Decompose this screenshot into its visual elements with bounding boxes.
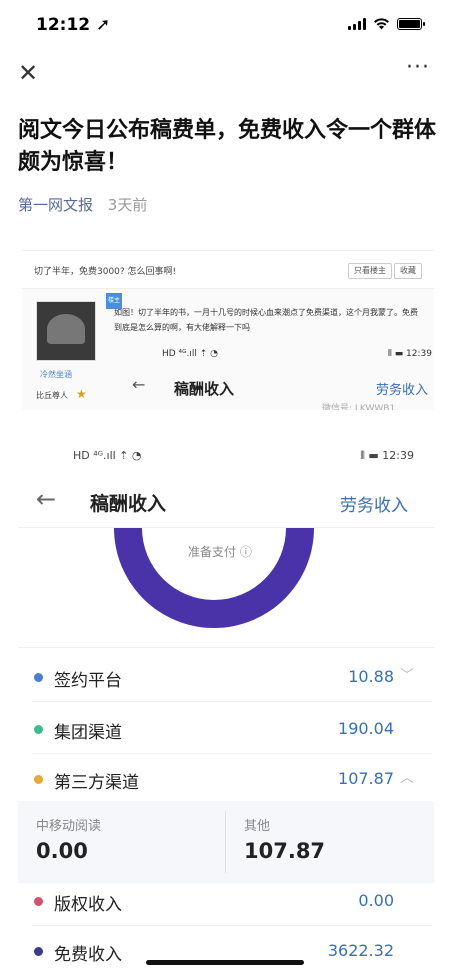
sub-label: 其他 — [244, 819, 271, 834]
wifi-icon — [374, 18, 389, 30]
favorite-button: 收藏 — [394, 263, 422, 279]
user-rank-label: 比丘尊人 — [36, 391, 68, 400]
row-label: 签约平台 — [54, 671, 122, 691]
legend-dot — [34, 897, 43, 906]
income-row-third-party[interactable]: 第三方渠道 107.87 ︿ — [18, 753, 434, 803]
mini-status-bar: HD ⁴ᴳ.ıll ⇡ ◔ ⫴ ▬ 12:39 — [162, 349, 432, 359]
sub-value: 107.87 — [244, 839, 326, 863]
sub-cell-other: 其他 107.87 — [226, 801, 431, 883]
article-nav: ✕ ··· — [0, 55, 450, 93]
income-status-bar: HD ⁴ᴳ.ıll ⇡ ◔ ⫴ ▬ 12:39 — [18, 447, 434, 469]
more-options-icon[interactable]: ··· — [406, 55, 430, 80]
article-title: 阅文今日公布稿费单，免费收入令一个群体颇为惊喜！ — [18, 118, 437, 175]
forum-post-body: 如图！切了半年的书，一月十几号的时候心血来潮点了免费渠道，这个月我蒙了。免费到底… — [114, 308, 418, 332]
income-row-group-channel[interactable]: 集团渠道 190.04 — [18, 703, 434, 753]
close-icon[interactable]: ✕ — [18, 61, 38, 85]
status-time: 12:12 ➚ — [36, 15, 111, 35]
income-row-signed-platform[interactable]: 签约平台 10.88 ﹀ — [18, 651, 434, 701]
status-bar: 12:12 ➚ — [0, 0, 450, 50]
forum-post-title: 切了半年，免费3000? 怎么回事啊! — [34, 267, 177, 277]
mini-status-left: HD ⁴ᴳ.ıll ⇡ ◔ — [162, 349, 219, 359]
only-op-button: 只看楼主 — [348, 263, 392, 279]
row-label: 第三方渠道 — [54, 773, 139, 793]
row-value: 10.88 — [348, 667, 394, 686]
chevron-up-icon: ︿ — [400, 770, 414, 786]
status-icons — [348, 17, 425, 30]
back-arrow-icon: ← — [132, 375, 146, 394]
mini-nav: ← 稿酬收入 劳务收入 — [122, 373, 434, 403]
row-value: 107.87 — [338, 769, 394, 788]
row-separator — [32, 701, 432, 702]
article-source[interactable]: 第一网文报 — [18, 196, 93, 214]
sub-cell-china-mobile: 中移动阅读 0.00 — [18, 801, 223, 883]
legend-dot — [34, 673, 43, 682]
income-title: 稿酬收入 — [90, 493, 167, 515]
divider — [18, 647, 434, 648]
cellular-signal-icon — [348, 17, 366, 30]
back-arrow-icon[interactable]: ← — [36, 487, 56, 511]
income-row-free[interactable]: 免费收入 3622.32 — [18, 925, 434, 975]
income-status-right: ⫴ ▬ 12:39 — [360, 449, 414, 462]
chevron-down-icon: ﹀ — [400, 668, 414, 684]
row-value: 0.00 — [358, 891, 394, 910]
income-nav: ← 稿酬收入 劳务收入 — [18, 485, 434, 525]
sub-label: 中移动阅读 — [36, 819, 102, 834]
watermark: 微信号: LKWWB1 — [322, 404, 396, 410]
user-name: 冷然坐涵 — [40, 370, 72, 379]
row-label: 版权收入 — [54, 895, 122, 915]
legend-dot — [34, 775, 43, 784]
sub-value: 0.00 — [36, 839, 88, 863]
income-screenshot: HD ⁴ᴳ.ıll ⇡ ◔ ⫴ ▬ 12:39 ← 稿酬收入 劳务收入 准备支付… — [18, 435, 434, 975]
legend-dot — [34, 725, 43, 734]
row-value: 190.04 — [338, 719, 394, 738]
battery-icon — [397, 17, 425, 30]
article-age: 3天前 — [107, 196, 148, 214]
income-status-left: HD ⁴ᴳ.ıll ⇡ ◔ — [73, 449, 142, 462]
star-icon: ★ — [76, 387, 87, 401]
legend-dot — [34, 947, 43, 956]
income-row-copyright[interactable]: 版权收入 0.00 — [18, 875, 434, 925]
row-label: 免费收入 — [54, 945, 122, 965]
third-party-breakdown: 中移动阅读 0.00 其他 107.87 — [18, 801, 434, 883]
mini-status-right: ⫴ ▬ 12:39 — [388, 349, 432, 359]
labor-income-link[interactable]: 劳务收入 — [340, 491, 408, 516]
mini-title: 稿酬收入 — [174, 380, 235, 398]
article-meta: 第一网文报 3天前 — [18, 194, 147, 215]
forum-post-header: 切了半年，免费3000? 怎么回事啊! 只看楼主 收藏 — [22, 251, 434, 289]
avatar — [36, 301, 96, 361]
user-rank: 比丘尊人 ★ — [36, 387, 87, 401]
pending-payment-label[interactable]: 准备支付 ⓘ — [188, 543, 252, 560]
forum-post-screenshot: 切了半年，免费3000? 怎么回事啊! 只看楼主 收藏 楼主 冷然坐涵 比丘尊人… — [22, 250, 434, 410]
row-value: 3622.32 — [327, 941, 394, 960]
mini-link: 劳务收入 — [375, 383, 428, 398]
home-indicator[interactable] — [146, 960, 304, 965]
row-label: 集团渠道 — [54, 723, 122, 743]
